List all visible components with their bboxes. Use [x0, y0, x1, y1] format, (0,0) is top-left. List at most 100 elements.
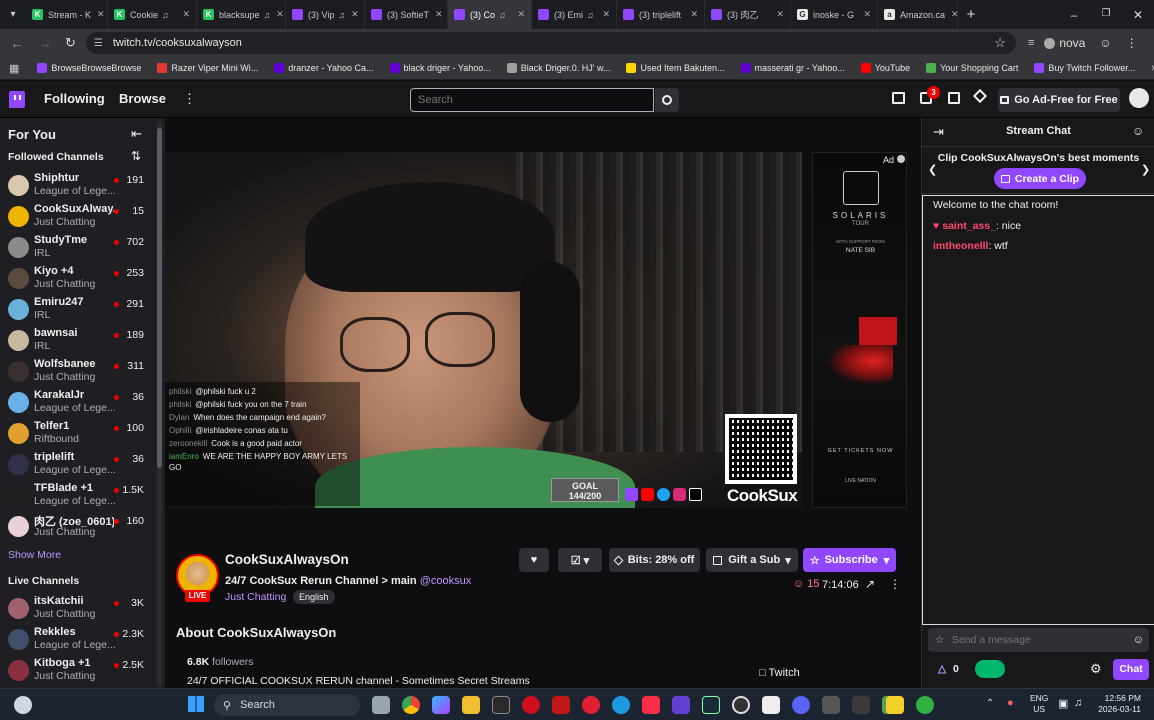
gift-sub-button[interactable]: Gift a Sub ▾ — [706, 548, 798, 572]
file-explorer-icon[interactable] — [462, 696, 480, 714]
chat-settings-badge-icon[interactable]: ☆ — [935, 635, 944, 646]
twitch-logo-icon[interactable] — [9, 91, 25, 108]
taskbar-search[interactable]: ⚲ Search — [214, 694, 360, 716]
app-white-icon[interactable] — [762, 696, 780, 714]
tab-list-button[interactable]: ▾ — [0, 0, 26, 29]
browser-tab[interactable]: K Cookie ♫ ✕ — [108, 0, 197, 29]
app-blue-icon[interactable] — [612, 696, 630, 714]
points-reward-icon[interactable] — [975, 660, 1005, 678]
nav-following[interactable]: Following — [44, 91, 105, 106]
start-icon[interactable] — [188, 696, 204, 712]
volume-icon[interactable]: ♫ — [1074, 697, 1082, 709]
sidebar-channel-item[interactable]: Wolfsbanee Just Chatting 311 — [0, 356, 158, 387]
browser-tab[interactable]: (3) 肉乙 ✕ — [705, 0, 791, 29]
url-text[interactable]: twitch.tv/cooksuxalwayson — [113, 37, 242, 49]
chat-input[interactable] — [951, 634, 1102, 646]
new-tab-button[interactable]: + — [958, 6, 984, 23]
omnibox[interactable]: ☰ twitch.tv/cooksuxalwayson ☆ — [85, 32, 1016, 54]
site-info-icon[interactable]: ☰ — [94, 38, 103, 49]
ad-panel[interactable]: Ad SOLARIS TOUR WITH SUPPORT FROM NATE S… — [812, 152, 907, 508]
chat-send-button[interactable]: Chat — [1113, 659, 1149, 680]
reading-list-icon[interactable]: ≡ — [1028, 37, 1034, 49]
sidebar-channel-item[interactable]: Shiphtur League of Lege... 191 — [0, 170, 158, 201]
tab-close-icon[interactable]: ✕ — [270, 9, 284, 20]
tab-audio-icon[interactable]: ♫ — [162, 10, 169, 20]
apps-grid-icon[interactable]: ▦ — [9, 62, 19, 75]
browser-tab[interactable]: (3) Emi ♫ ✕ — [532, 0, 617, 29]
clip-next-icon[interactable]: ❯ — [1141, 163, 1150, 176]
subscribe-button[interactable]: ☆ Subscribe ▾ — [803, 548, 896, 572]
sidebar-channel-item[interactable]: Kitboga +1 Just Chatting 2.5K — [0, 655, 158, 686]
sidebar-channel-item[interactable]: Telfer1 Riftbound 100 — [0, 418, 158, 449]
channel-name[interactable]: CookSuxAlwaysOn — [225, 552, 349, 567]
reload-icon[interactable]: ↻ — [65, 35, 76, 51]
sidebar-channel-item[interactable]: Rekkles League of Lege... 2.3K — [0, 624, 158, 655]
stream-title-mention[interactable]: @cooksux — [420, 575, 472, 587]
show-more-link[interactable]: Show More — [8, 549, 61, 561]
sidebar-channel-item[interactable]: Emiru247 IRL 291 — [0, 294, 158, 325]
browser-tab[interactable]: (3) triplelift ✕ — [617, 0, 705, 29]
whispers-icon[interactable] — [948, 92, 960, 104]
tab-close-icon[interactable]: ✕ — [857, 9, 871, 20]
channel-points[interactable]: △ 0 — [938, 663, 959, 675]
bits-button[interactable]: Bits: 28% off — [609, 548, 700, 572]
browser-menu-icon[interactable]: ⋮ — [1126, 36, 1138, 50]
tab-audio-icon[interactable]: ♫ — [264, 10, 271, 20]
clip-prev-icon[interactable]: ❮ — [928, 163, 937, 176]
browser-tab[interactable]: (3) Co ♫ ✕ — [448, 0, 532, 29]
create-clip-button[interactable]: Create a Clip — [994, 168, 1086, 189]
emote-picker-icon[interactable]: ☺ — [1133, 634, 1144, 646]
follow-heart-button[interactable]: ♥ — [519, 548, 549, 572]
task-view-icon[interactable] — [372, 696, 390, 714]
chat-username[interactable]: imtheonelll — [933, 240, 988, 252]
forward-icon[interactable]: → — [38, 35, 52, 51]
bookmark-item[interactable]: dranzer - Yahoo Ca... — [274, 63, 374, 73]
bookmark-item[interactable]: masserati gr - Yahoo... — [740, 63, 845, 73]
nav-browse[interactable]: Browse — [119, 91, 166, 106]
account-icon[interactable]: ☺ — [1099, 36, 1111, 50]
tab-close-icon[interactable]: ✕ — [345, 9, 359, 20]
sidebar-channel-item[interactable]: Kiyo +4 Just Chatting 253 — [0, 263, 158, 294]
language-tag[interactable]: English — [293, 590, 335, 604]
video-player[interactable]: philski @philski fuck u 2 philski @philski … — [165, 152, 802, 508]
chat-username[interactable]: saint_ass_ — [942, 220, 996, 232]
clock[interactable]: 12:56 PM 2026-03-11 — [1093, 693, 1141, 715]
notification-bell-button[interactable]: ☑ ▾ — [558, 548, 602, 572]
bookmark-item[interactable]: YouTube — [860, 63, 910, 73]
ad-info-icon[interactable] — [896, 155, 905, 163]
bookmark-item[interactable]: Buy Twitch Follower... — [1034, 63, 1135, 73]
share-icon[interactable]: ↗ — [865, 577, 875, 591]
sidebar-channel-item[interactable]: 肉乙 (zoe_0601) Just Chatting 160 — [0, 511, 158, 542]
browser-tab[interactable]: Kblacksupe ♫ ✕ — [197, 0, 286, 29]
language-indicator[interactable]: ENG US — [1030, 693, 1048, 715]
close-window-icon[interactable]: ✕ — [1122, 8, 1154, 22]
steam-icon[interactable] — [702, 696, 720, 714]
collapse-sidebar-icon[interactable]: ⇤ — [131, 126, 142, 142]
tab-close-icon[interactable]: ✕ — [429, 9, 443, 20]
bookmark-item[interactable]: Black Driger.0. HJ' w... — [506, 63, 610, 73]
nav-more-icon[interactable]: ⋮ — [183, 91, 196, 107]
tab-close-icon[interactable]: ✕ — [684, 9, 698, 20]
chat-users-icon[interactable]: ☺ — [1132, 124, 1144, 138]
chat-input-box[interactable]: ☆ ☺ — [928, 628, 1149, 652]
copilot-icon[interactable] — [432, 696, 450, 714]
sidebar-channel-item[interactable]: StudyTme IRL 702 — [0, 232, 158, 263]
tab-close-icon[interactable]: ✕ — [770, 9, 784, 20]
drops-icon[interactable] — [892, 92, 905, 104]
tab-close-icon[interactable]: ✕ — [91, 9, 105, 20]
back-icon[interactable]: ← — [10, 35, 24, 51]
tab-close-icon[interactable]: ✕ — [945, 9, 957, 20]
profile-chip[interactable]: nova — [1044, 36, 1085, 50]
sidebar-channel-item[interactable]: CookSuxAlway... Just Chatting 15 — [0, 201, 158, 232]
browser-tab[interactable]: a Amazon.ca ✕ — [878, 0, 958, 29]
sidebar-scrollbar[interactable] — [157, 122, 162, 686]
app-text-icon[interactable] — [852, 696, 870, 714]
app-grid-icon[interactable] — [822, 696, 840, 714]
browser-tab[interactable]: (3) SoftieT ✕ — [365, 0, 448, 29]
app-red1-icon[interactable] — [522, 696, 540, 714]
user-avatar[interactable] — [1129, 88, 1149, 108]
bookmark-item[interactable]: BrowseBrowseBrowse — [37, 63, 141, 73]
app-purple-icon[interactable] — [672, 696, 690, 714]
bookmark-star-icon[interactable]: ☆ — [994, 35, 1006, 51]
search-button[interactable] — [655, 88, 679, 112]
